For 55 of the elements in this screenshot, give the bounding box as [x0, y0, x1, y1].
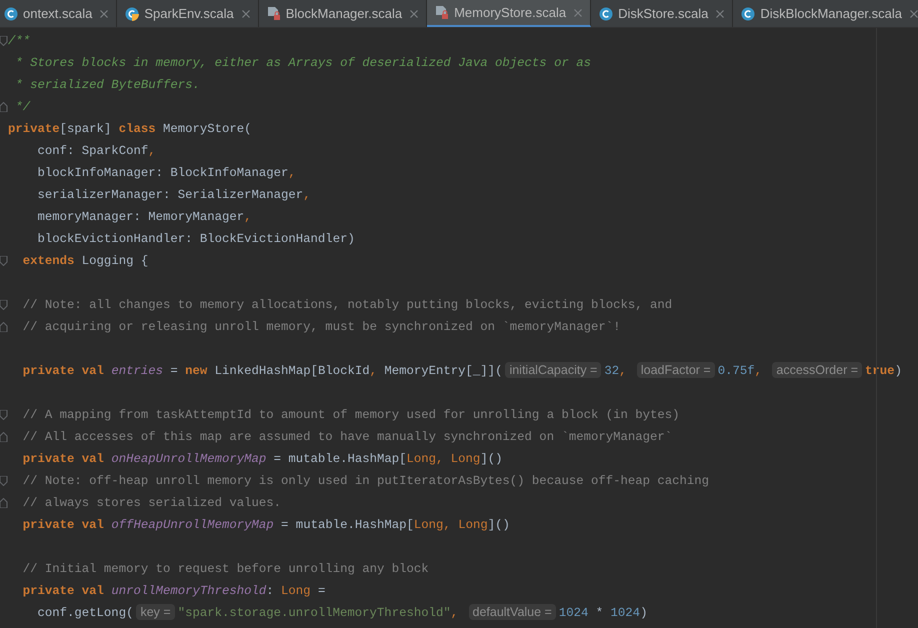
- code-line: extends Logging {: [22, 252, 148, 270]
- code-line: serializerManager: SerializerManager,: [36, 186, 311, 204]
- code-line: conf: SparkConf,: [36, 142, 156, 160]
- code-line: // always stores serialized values.: [22, 494, 282, 512]
- fold-marker-icon[interactable]: [0, 410, 8, 420]
- close-icon[interactable]: [910, 10, 918, 18]
- class-icon: [4, 6, 18, 20]
- fold-marker-icon[interactable]: [0, 476, 8, 486]
- code-line: * Stores blocks in memory, either as Arrays of deserialized Java objects or as: [14, 54, 591, 72]
- tab-label: ontext.scala: [23, 4, 92, 23]
- editor-tab[interactable]: SparkEnv.scala: [117, 0, 259, 27]
- editor-tab[interactable]: DiskStore.scala: [591, 0, 734, 27]
- code-line: conf.getLong( key = "spark.storage.unrollMemoryThreshold", defaultValue = 1024 * 1024): [36, 603, 648, 622]
- class-icon: [741, 6, 756, 20]
- code-line: // Note: all changes to memory allocations, notably putting blocks, evicting blocks, and: [22, 296, 672, 314]
- fold-marker-icon[interactable]: [0, 300, 8, 310]
- code-line: // A mapping from taskAttemptId to amount of memory used for unrolling a block (in bytes): [22, 406, 680, 424]
- tab-label: DiskBlockManager.scala: [760, 4, 902, 23]
- fold-marker-icon[interactable]: [0, 256, 8, 266]
- editor-tab[interactable]: DiskBlockManager.scala: [733, 0, 918, 27]
- fold-marker-icon[interactable]: [0, 36, 8, 46]
- code-line: // acquiring or releasing unroll memory, must be synchronized on `memoryManager`!: [22, 318, 620, 336]
- fold-marker-icon[interactable]: [0, 498, 8, 508]
- code-line: // Note: off-heap unroll memory is only used in putIteratorAsBytes() because off-heap caching: [22, 472, 710, 490]
- code-line: blockInfoManager: BlockInfoManager,: [36, 164, 296, 182]
- code-line: private val offHeapUnrollMemoryMap = mutable.HashMap[Long, Long](): [22, 516, 510, 534]
- fold-marker-icon[interactable]: [0, 432, 8, 442]
- tab-label: DiskStore.scala: [618, 4, 708, 23]
- editor-tab[interactable]: MemoryStore.scala: [427, 0, 592, 27]
- class-icon: [599, 6, 614, 20]
- close-icon[interactable]: [242, 10, 250, 18]
- locked-file-icon: [266, 6, 281, 21]
- locked-file-icon: [435, 5, 450, 20]
- code-line: private val unrollMemoryThreshold: Long =: [22, 582, 326, 600]
- code-line: private val onHeapUnrollMemoryMap = mutable.HashMap[Long, Long](): [22, 450, 502, 468]
- editor-tab[interactable]: ontext.scala: [0, 0, 118, 27]
- code-line: private val entries = new LinkedHashMap[BlockId, MemoryEntry[_]]( initialCapacity = 32, loadFactor = 0.75f, accessOrder = true): [22, 361, 902, 380]
- code-line: blockEvictionHandler: BlockEvictionHandler): [36, 230, 355, 248]
- close-icon[interactable]: [410, 10, 418, 18]
- code-line: private[spark] class MemoryStore(: [8, 120, 252, 138]
- close-icon[interactable]: [100, 10, 108, 18]
- close-icon[interactable]: [716, 10, 724, 18]
- class-icon: [125, 6, 140, 20]
- code-line: // Initial memory to request before unrolling any block: [22, 560, 429, 578]
- code-line: /**: [8, 32, 30, 50]
- tab-label: MemoryStore.scala: [454, 4, 566, 22]
- tab-label: SparkEnv.scala: [144, 4, 234, 23]
- code-line: */: [14, 98, 30, 116]
- fold-marker-icon[interactable]: [0, 102, 8, 112]
- fold-marker-icon[interactable]: [0, 322, 8, 332]
- tab-label: BlockManager.scala: [286, 4, 402, 23]
- code-line: * serialized ByteBuffers.: [14, 76, 200, 94]
- code-line: memoryManager: MemoryManager,: [36, 208, 252, 226]
- close-icon[interactable]: [574, 8, 582, 16]
- code-line: // All accesses of this map are assumed to have manually synchronized on `memoryManager`: [22, 428, 672, 446]
